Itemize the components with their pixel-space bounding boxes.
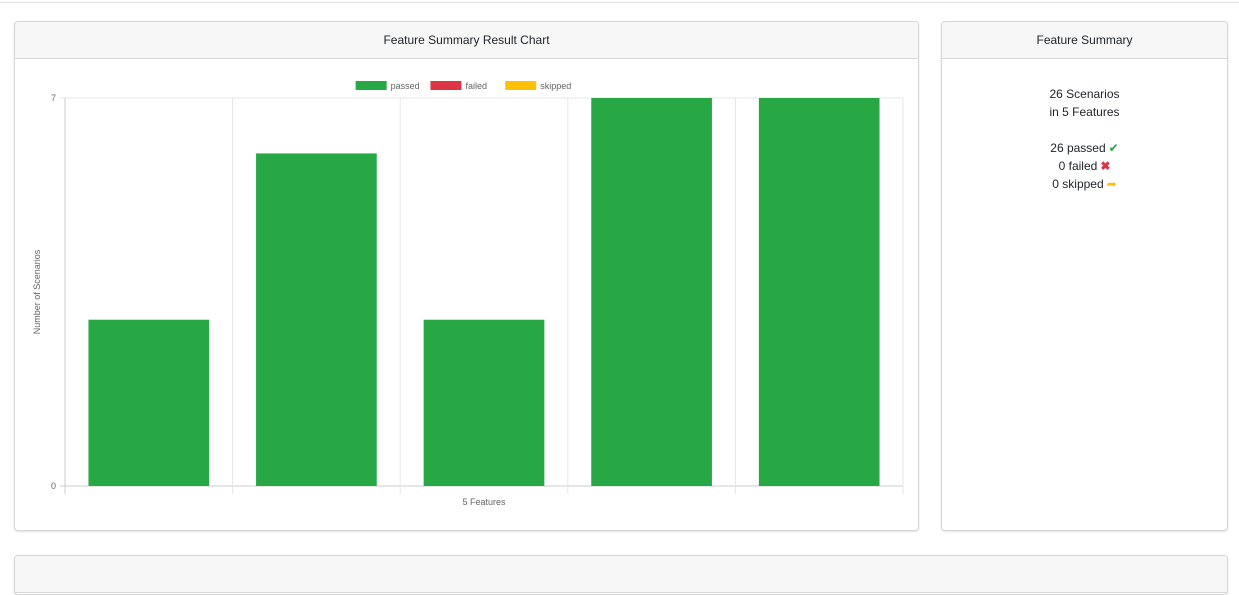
summary-card: Feature Summary 26 Scenarios in 5 Featur… bbox=[941, 21, 1228, 531]
failed-row: 0 failed ✖ bbox=[942, 157, 1227, 175]
x-axis-label: 5 Features bbox=[462, 497, 506, 507]
forward-arrow-icon: ➦ bbox=[1106, 177, 1117, 191]
check-icon: ✔ bbox=[1108, 141, 1119, 155]
top-divider bbox=[0, 2, 1239, 3]
skipped-count: 0 skipped bbox=[1052, 177, 1104, 191]
legend-label-failed: failed bbox=[465, 81, 487, 91]
passed-bar bbox=[256, 153, 377, 486]
legend-label-skipped: skipped bbox=[540, 81, 571, 91]
passed-row: 26 passed ✔ bbox=[942, 139, 1227, 157]
legend-label-passed: passed bbox=[391, 81, 420, 91]
skipped-row: 0 skipped ➦ bbox=[942, 175, 1227, 193]
y-tick-label: 7 bbox=[51, 93, 56, 103]
passed-bar bbox=[758, 98, 880, 486]
summary-card-title: Feature Summary bbox=[942, 22, 1227, 59]
bottom-card-header bbox=[15, 556, 1227, 593]
chart-card: Feature Summary Result Chart 0 7 passed fai… bbox=[14, 21, 919, 531]
legend-swatch-skipped bbox=[505, 81, 537, 90]
bottom-card bbox=[14, 555, 1228, 595]
feature-summary-chart: 0 7 passed failed skipped 5 Features Number of… bbox=[32, 81, 904, 507]
passed-bar bbox=[591, 98, 712, 486]
y-tick-label: 0 bbox=[51, 481, 56, 491]
features-count: in 5 Features bbox=[1049, 105, 1120, 119]
failed-count: 0 failed bbox=[1058, 159, 1098, 173]
legend-swatch-failed bbox=[430, 81, 462, 90]
cross-icon: ✖ bbox=[1100, 159, 1111, 173]
passed-bar bbox=[88, 319, 210, 486]
summary-body: 26 Scenarios in 5 Features 26 passed ✔ 0 … bbox=[942, 59, 1227, 193]
legend-swatch-passed bbox=[355, 81, 387, 90]
y-axis-label: Number of Scenarios bbox=[32, 249, 42, 334]
passed-bar bbox=[423, 319, 545, 486]
passed-count: 26 passed bbox=[1050, 141, 1106, 155]
scenarios-count: 26 Scenarios bbox=[1049, 87, 1120, 101]
